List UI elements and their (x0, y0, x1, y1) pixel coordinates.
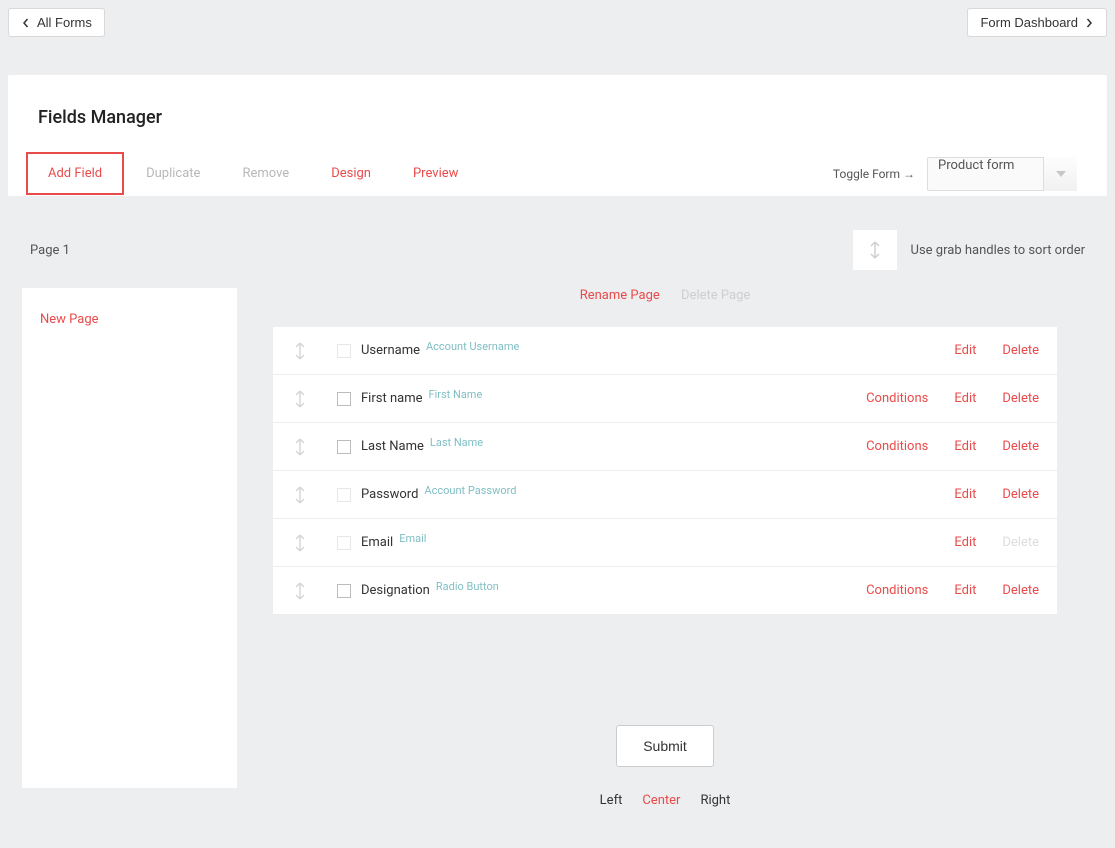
delete-link[interactable]: Delete (1002, 487, 1039, 502)
drag-handle-icon[interactable] (291, 486, 309, 504)
field-hint: First Name (428, 388, 482, 401)
tab-preview[interactable]: Preview (393, 154, 478, 193)
edit-link[interactable]: Edit (954, 391, 976, 406)
rename-page-link[interactable]: Rename Page (580, 288, 660, 303)
conditions-link[interactable]: Conditions (866, 583, 928, 598)
drag-handle-icon[interactable] (291, 534, 309, 552)
field-row: Email Email Edit Delete (273, 519, 1057, 567)
drag-handle-icon[interactable] (291, 582, 309, 600)
tab-add-field[interactable]: Add Field (26, 152, 124, 195)
form-dashboard-button[interactable]: Form Dashboard (967, 8, 1107, 37)
tab-remove[interactable]: Remove (222, 154, 309, 193)
field-name: Last Name (361, 439, 424, 454)
top-bar: All Forms Form Dashboard (0, 0, 1115, 45)
toggle-form-label: Toggle Form → (833, 167, 915, 181)
row-actions: Conditions Edit Delete (866, 391, 1039, 406)
current-page-label: Page 1 (30, 243, 70, 258)
submit-button[interactable]: Submit (616, 725, 714, 767)
delete-page-link[interactable]: Delete Page (681, 288, 750, 303)
tabs-row: Add Field Duplicate Remove Design Previe… (8, 152, 1107, 196)
field-checkbox[interactable] (337, 536, 351, 550)
sort-handle-icon (853, 230, 897, 270)
pages-list: New Page (22, 288, 237, 788)
form-dashboard-label: Form Dashboard (980, 15, 1078, 30)
toggle-form-cluster: Toggle Form → Product form (833, 157, 1077, 191)
field-hint: Account Username (426, 340, 519, 353)
delete-link[interactable]: Delete (1002, 535, 1039, 550)
field-checkbox[interactable] (337, 488, 351, 502)
edit-link[interactable]: Edit (954, 343, 976, 358)
field-name: Designation (361, 583, 430, 598)
fields-list: UsernameAccount UsernameEditDeleteFirst … (273, 327, 1057, 615)
field-checkbox[interactable] (337, 584, 351, 598)
field-row: Last Name Last Name Conditions Edit Delete (273, 423, 1057, 471)
submit-area: Submit Left Center Right (273, 725, 1057, 808)
conditions-link[interactable]: Conditions (866, 391, 928, 406)
delete-link[interactable]: Delete (1002, 343, 1039, 358)
edit-link[interactable]: Edit (954, 583, 976, 598)
drag-handle-icon[interactable] (291, 438, 309, 456)
sort-hint: Use grab handles to sort order (853, 230, 1085, 270)
main-column: Rename Page Delete Page Username Account … (237, 288, 1093, 808)
field-name: First name (361, 391, 422, 406)
field-row: First name First Name Conditions Edit Delete (273, 375, 1057, 423)
chevron-left-icon (21, 18, 31, 28)
edit-link[interactable]: Edit (954, 535, 976, 550)
conditions-link[interactable]: Conditions (866, 439, 928, 454)
edit-link[interactable]: Edit (954, 439, 976, 454)
field-row: Username Account Username Edit Delete (273, 327, 1057, 375)
field-name: Email (361, 535, 393, 550)
tabs: Add Field Duplicate Remove Design Previe… (26, 152, 478, 195)
field-name: Password (361, 487, 418, 502)
field-checkbox[interactable] (337, 344, 351, 358)
field-checkbox[interactable] (337, 440, 351, 454)
align-row: Left Center Right (273, 793, 1057, 808)
body-area: Page 1 Use grab handles to sort order Ne… (0, 204, 1115, 848)
align-center[interactable]: Center (642, 793, 680, 808)
row-actions: Conditions Edit Delete (866, 583, 1039, 598)
field-row: Password Account Password Edit Delete (273, 471, 1057, 519)
drag-handle-icon[interactable] (291, 342, 309, 360)
field-hint: Radio Button (436, 580, 499, 593)
new-page-link[interactable]: New Page (40, 312, 219, 327)
align-left[interactable]: Left (600, 793, 623, 808)
field-row: Designation Radio Button Conditions Edit Del… (273, 567, 1057, 615)
delete-link[interactable]: Delete (1002, 391, 1039, 406)
field-name: Username (361, 343, 420, 358)
row-actions: Edit Delete (954, 535, 1039, 550)
all-forms-label: All Forms (37, 15, 92, 30)
field-checkbox[interactable] (337, 392, 351, 406)
field-hint: Last Name (430, 436, 483, 449)
sort-hint-text: Use grab handles to sort order (911, 243, 1085, 258)
form-select[interactable]: Product form (927, 157, 1077, 191)
body-header: Page 1 Use grab handles to sort order (22, 220, 1093, 288)
row-actions: Edit Delete (954, 487, 1039, 502)
tab-duplicate[interactable]: Duplicate (126, 154, 220, 193)
page-title: Fields Manager (38, 107, 1077, 128)
chevron-right-icon (1084, 18, 1094, 28)
field-hint: Email (399, 532, 426, 545)
row-actions: Conditions Edit Delete (866, 439, 1039, 454)
delete-link[interactable]: Delete (1002, 583, 1039, 598)
drag-handle-icon[interactable] (291, 390, 309, 408)
columns: New Page Rename Page Delete Page Usernam… (22, 288, 1093, 808)
fields-manager-panel: Fields Manager Add Field Duplicate Remov… (8, 75, 1107, 196)
all-forms-button[interactable]: All Forms (8, 8, 105, 37)
row-actions: Edit Delete (954, 343, 1039, 358)
panel-header: Fields Manager (8, 75, 1107, 128)
field-hint: Account Password (424, 484, 516, 497)
edit-link[interactable]: Edit (954, 487, 976, 502)
chevron-down-icon (1043, 157, 1077, 191)
delete-link[interactable]: Delete (1002, 439, 1039, 454)
tab-design[interactable]: Design (311, 154, 391, 193)
align-right[interactable]: Right (700, 793, 730, 808)
page-actions: Rename Page Delete Page (273, 288, 1057, 327)
